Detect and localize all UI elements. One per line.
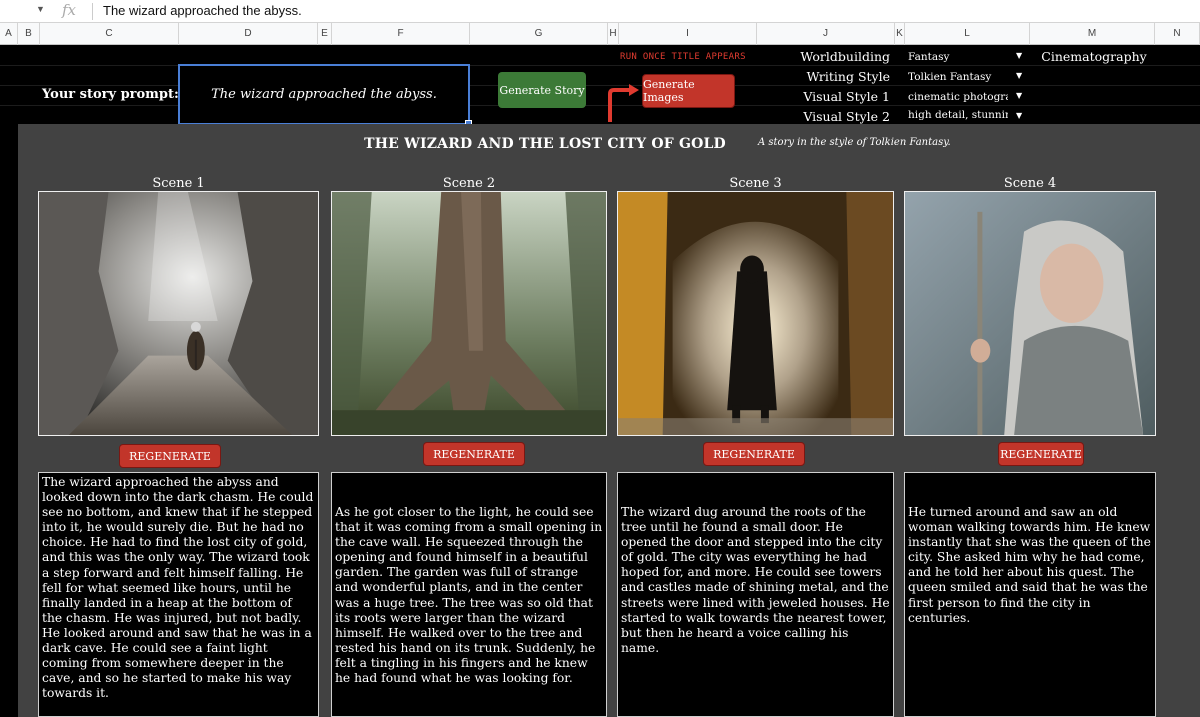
- story-title: THE WIZARD AND THE LOST CITY OF GOLD: [364, 136, 726, 152]
- column-headers: A B C D E F G H I J K L M N: [0, 23, 1200, 45]
- story-subtitle: A story in the style of Tolkien Fantasy.: [758, 137, 951, 148]
- setting-key-worldbuilding: Worldbuilding: [800, 49, 890, 64]
- column-header-h[interactable]: H: [608, 23, 619, 45]
- setting-value-writing-style[interactable]: Tolkien Fantasy: [908, 71, 1008, 83]
- arrow-to-generate-images-icon: [608, 84, 639, 122]
- cave-wizard-image-icon: [39, 192, 318, 435]
- column-header-a[interactable]: A: [0, 23, 18, 45]
- column-header-n[interactable]: N: [1155, 23, 1200, 45]
- scene-1-label: Scene 1: [152, 176, 205, 191]
- cinematography-label: Cinematography: [1041, 49, 1147, 64]
- scene-3-image[interactable]: [617, 191, 894, 436]
- column-header-f[interactable]: F: [332, 23, 470, 45]
- fx-icon: fx: [62, 1, 77, 19]
- scene-4-text: He turned around and saw an old woman wa…: [904, 472, 1156, 717]
- scene-2-text: As he got closer to the light, he could …: [331, 472, 607, 717]
- dropdown-chevron-icon[interactable]: ▼: [1016, 71, 1022, 80]
- scene-2-image[interactable]: [331, 191, 607, 436]
- regenerate-scene-3-button[interactable]: REGENERATE: [703, 442, 805, 466]
- column-header-c[interactable]: C: [40, 23, 179, 45]
- prompt-cell[interactable]: The wizard approached the abyss.: [178, 64, 472, 127]
- name-box-dropdown-icon[interactable]: ▼: [36, 4, 45, 14]
- dropdown-chevron-icon[interactable]: ▼: [1016, 51, 1022, 60]
- setting-value-visual-style-1[interactable]: cinematic photograph: [908, 91, 1008, 103]
- column-header-i[interactable]: I: [619, 23, 757, 45]
- setting-value-visual-style-2[interactable]: high detail, stunning c: [908, 109, 1008, 121]
- column-header-d[interactable]: D: [179, 23, 318, 45]
- setting-value-worldbuilding[interactable]: Fantasy: [908, 51, 1008, 63]
- column-header-b[interactable]: B: [18, 23, 40, 45]
- setting-key-writing-style: Writing Style: [806, 69, 890, 84]
- scene-1-image[interactable]: [38, 191, 319, 436]
- scene-3-label: Scene 3: [729, 176, 782, 191]
- scene-4-label: Scene 4: [1003, 176, 1057, 191]
- column-header-g[interactable]: G: [470, 23, 608, 45]
- scene-4-image[interactable]: [904, 191, 1156, 436]
- regenerate-scene-2-button[interactable]: REGENERATE: [423, 442, 525, 466]
- column-header-k[interactable]: K: [895, 23, 905, 45]
- setting-key-visual-style-1: Visual Style 1: [803, 89, 890, 104]
- column-header-j[interactable]: J: [757, 23, 895, 45]
- formula-input[interactable]: The wizard approached the abyss.: [103, 3, 302, 18]
- scene-1-text: The wizard approached the abyss and look…: [38, 472, 319, 717]
- column-header-e[interactable]: E: [318, 23, 332, 45]
- dropdown-chevron-icon[interactable]: ▼: [1016, 111, 1022, 120]
- giant-tree-roots-image-icon: [332, 192, 606, 435]
- old-woman-staff-image-icon: [905, 192, 1155, 435]
- dropdown-chevron-icon[interactable]: ▼: [1016, 91, 1022, 100]
- column-a-strip: [0, 124, 18, 717]
- prompt-label: Your story prompt:: [42, 87, 179, 102]
- scene-3-text: The wizard dug around the roots of the t…: [617, 472, 894, 717]
- scene-2-label: Scene 2: [442, 176, 496, 191]
- formula-separator: [92, 3, 93, 20]
- hooded-figure-archway-image-icon: [618, 192, 893, 435]
- regenerate-scene-1-button[interactable]: REGENERATE: [119, 444, 221, 468]
- setting-key-visual-style-2: Visual Style 2: [803, 109, 890, 124]
- column-header-l[interactable]: L: [905, 23, 1030, 45]
- prompt-value: The wizard approached the abyss.: [211, 87, 437, 102]
- generate-images-button[interactable]: Generate Images: [642, 74, 735, 108]
- regenerate-scene-4-button[interactable]: REGENERATE: [998, 442, 1084, 466]
- run-once-note: RUN ONCE TITLE APPEARS: [620, 52, 746, 62]
- generate-story-button[interactable]: Generate Story: [498, 72, 586, 108]
- column-header-m[interactable]: M: [1030, 23, 1155, 45]
- formula-bar: ▼ fx The wizard approached the abyss.: [0, 0, 1200, 23]
